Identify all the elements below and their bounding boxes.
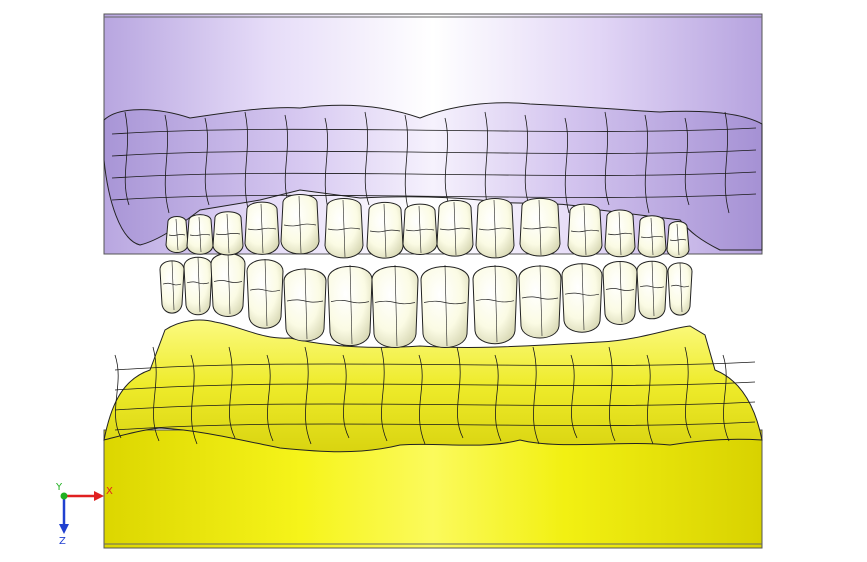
lower-tooth[interactable]: [327, 264, 373, 346]
lower-tooth[interactable]: [602, 260, 638, 325]
upper-tooth[interactable]: [280, 193, 320, 255]
lower-base[interactable]: [103, 429, 763, 549]
dental-model-3d[interactable]: [0, 0, 867, 562]
upper-tooth[interactable]: [567, 203, 603, 257]
lower-tooth[interactable]: [283, 267, 327, 342]
lower-tooth[interactable]: [246, 258, 284, 329]
z-axis-label: Z: [59, 536, 66, 544]
lower-tooth[interactable]: [667, 262, 693, 316]
upper-tooth[interactable]: [165, 216, 189, 253]
upper-tooth[interactable]: [324, 197, 364, 259]
axis-triad: X Y Z: [55, 482, 113, 544]
upper-tooth[interactable]: [244, 201, 280, 255]
lower-tooth[interactable]: [636, 260, 668, 320]
y-axis-label: Y: [55, 482, 63, 493]
lower-tooth[interactable]: [210, 252, 246, 317]
upper-tooth[interactable]: [366, 201, 404, 259]
upper-tooth[interactable]: [604, 209, 636, 258]
lower-tooth[interactable]: [561, 262, 603, 333]
lower-tooth[interactable]: [420, 264, 470, 348]
graphics-viewport[interactable]: X Y Z: [0, 0, 867, 562]
upper-tooth[interactable]: [519, 197, 561, 257]
upper-tooth[interactable]: [212, 211, 244, 256]
lower-tooth[interactable]: [472, 264, 518, 345]
upper-tooth[interactable]: [475, 197, 515, 259]
lower-tooth[interactable]: [183, 256, 213, 316]
x-axis-arrow: [64, 491, 104, 501]
upper-tooth[interactable]: [402, 203, 438, 255]
y-axis-dot: [60, 492, 68, 500]
lower-tooth[interactable]: [159, 260, 185, 314]
upper-tooth[interactable]: [666, 221, 690, 258]
x-axis-label: X: [106, 486, 113, 497]
upper-tooth[interactable]: [637, 215, 667, 258]
z-axis-arrow: [59, 496, 69, 534]
lower-tooth[interactable]: [518, 264, 562, 339]
upper-tooth[interactable]: [436, 199, 474, 257]
lower-tooth[interactable]: [371, 264, 419, 348]
upper-tooth[interactable]: [186, 214, 214, 255]
